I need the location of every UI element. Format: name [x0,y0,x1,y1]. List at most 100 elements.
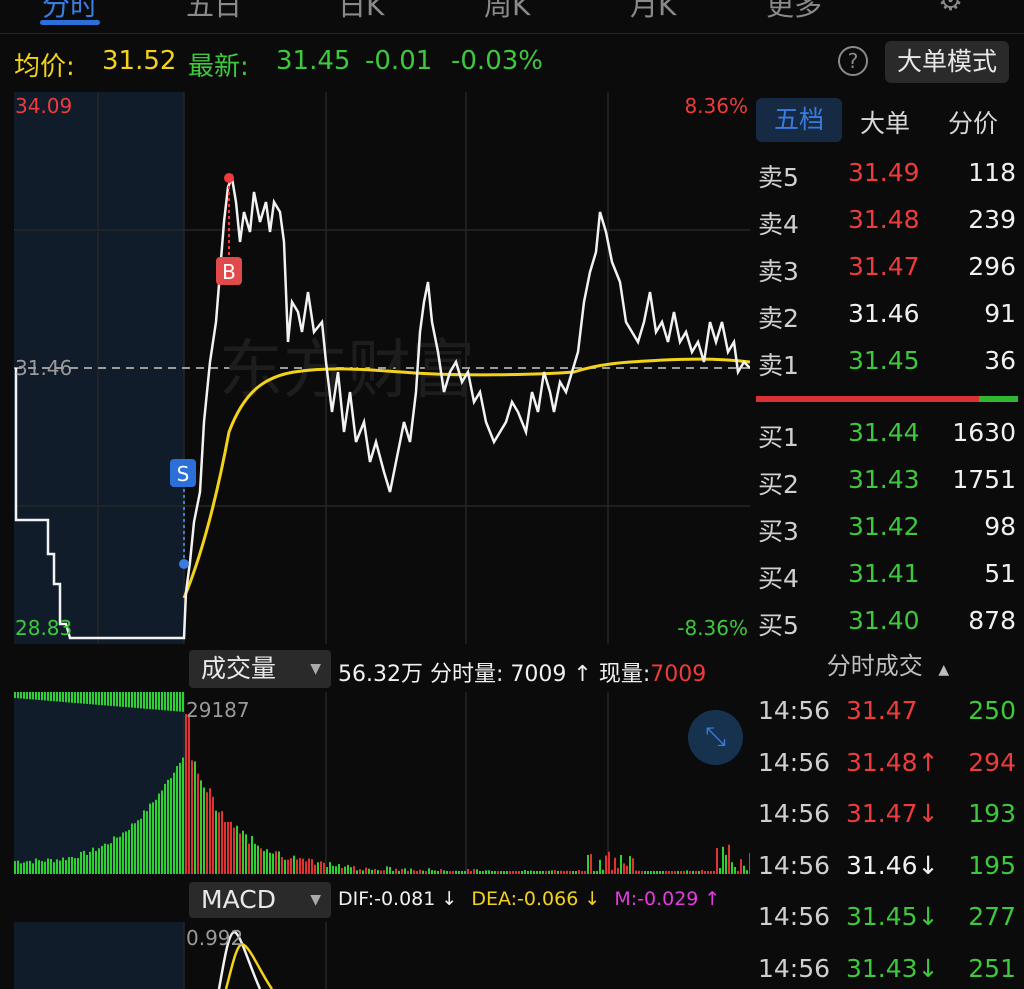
volume-bar [146,811,148,874]
volume-bar [374,868,376,874]
volume-bar-top [170,692,172,711]
volume-bar [98,848,100,874]
tab-monthly-k[interactable]: 月K [630,0,676,24]
volume-bar [194,761,196,874]
intraday-price-chart[interactable]: 东方财富 S B 34.09 28.83 31.46 8.36% -8.36% [14,92,750,644]
volume-bar [701,869,703,874]
bids-level-row[interactable]: 买3 31.42 98 [752,512,1024,552]
volume-bar [737,871,739,874]
big-order-mode-button[interactable]: 大单模式 [885,41,1009,83]
level-price: 31.43 [848,465,920,494]
level-volume: 878 [968,606,1016,635]
macd-dif-arrow: ↓ [441,888,458,910]
trade-ticks-list[interactable]: 14:56 31.47 250 14:56 31.48↑ 294 14:56 31.47↓ 19… [752,690,1024,989]
volume-bar [575,871,577,874]
tab-big-orders[interactable]: 大单 [860,104,910,140]
tab-price-distribution[interactable]: 分价 [948,104,998,140]
volume-bar [740,859,742,874]
minute-volume-label: 分时量: [429,662,504,687]
volume-bar [182,757,184,874]
volume-bar [539,871,541,874]
bids-level-row[interactable]: 买4 31.41 51 [752,559,1024,599]
volume-bar [281,857,283,874]
volume-bar [608,851,610,874]
volume-bar [722,846,724,874]
volume-bar [56,859,58,874]
tab-more[interactable]: 更多 [766,0,822,24]
bids-level-row[interactable]: 买1 31.44 1630 [752,418,1024,458]
volume-bar-top [71,692,73,703]
volume-bar [302,858,304,874]
volume-bar [38,860,40,874]
asks-level-row[interactable]: 卖4 31.48 239 [752,205,1024,245]
volume-bar [614,857,616,874]
macd-chart[interactable]: 0.992 [14,922,750,989]
indicator-selector-volume[interactable]: 成交量 ▼ [189,650,331,688]
asks-level-row[interactable]: 卖1 31.45 36 [752,346,1024,386]
volume-bar [131,823,133,874]
volume-bar [80,851,82,874]
asks-level-row[interactable]: 卖5 31.49 118 [752,158,1024,198]
bids-level-row[interactable]: 买5 31.40 878 [752,606,1024,646]
buy-marker-dot [224,173,234,183]
volume-bar [476,869,478,874]
price-change: -0.01 [365,46,433,76]
tab-five-day[interactable]: 五日 [186,0,242,24]
volume-bar [53,862,55,874]
volume-bar [23,862,25,874]
volume-bar [431,870,433,874]
level-label: 买2 [758,470,799,499]
volume-bar [212,796,214,874]
level-label: 卖1 [758,351,799,380]
expand-arrows-icon[interactable]: ⤡ [688,710,743,765]
volume-bar [137,820,139,874]
macd-m: M:-0.029 [614,888,699,910]
settings-icon[interactable]: ⚙ [938,0,963,17]
volume-bar [65,860,67,874]
volume-bar [644,871,646,874]
tab-five-levels[interactable]: 五档 [756,98,842,142]
volume-chart[interactable]: 29187 [14,692,750,874]
volume-bar [728,844,730,874]
volume-bar [356,870,358,874]
volume-bar [566,870,568,874]
volume-bar [143,810,145,874]
tick-volume: 277 [968,902,1016,931]
volume-bar [584,870,586,874]
tick-time: 14:56 [758,696,831,725]
volume-bar [26,861,28,874]
indicator-selector-macd[interactable]: MACD ▼ [189,882,331,918]
volume-bar [47,858,49,874]
volume-bar [206,792,208,874]
tick-volume: 251 [968,953,1016,983]
volume-bar [692,870,694,874]
volume-bar [521,871,523,874]
volume-bar [455,870,457,874]
price-summary-row: 均价: 31.52 最新: 31.45 -0.01 -0.03% ? 大单模式 [0,40,1024,88]
volume-bar [164,783,166,874]
period-tab-bar: 分时 五日 日K 周K 月K 更多 ⚙ [0,0,1024,34]
volume-bar [368,868,370,874]
volume-bar [389,866,391,874]
volume-bar [719,868,721,874]
trade-ticks-header[interactable]: 分时成交 ▲ [752,648,1024,688]
bids-level-row[interactable]: 买2 31.43 1751 [752,465,1024,505]
volume-bar-top [53,692,55,702]
volume-bar [62,857,64,874]
volume-bar-top [107,692,109,706]
asks-level-row[interactable]: 卖2 31.46 91 [752,299,1024,339]
tab-daily-k[interactable]: 日K [338,0,384,24]
volume-bar [260,848,262,874]
tick-time: 14:56 [758,902,831,931]
volume-bar [377,870,379,874]
level-volume: 91 [984,299,1016,328]
volume-bar [560,870,562,874]
question-icon[interactable]: ? [838,46,868,76]
asks-level-row[interactable]: 卖3 31.47 296 [752,252,1024,292]
volume-bar [101,845,103,874]
volume-bar [350,867,352,874]
volume-bar-top [122,692,124,707]
volume-bar [554,870,556,874]
volume-bar [383,870,385,874]
tab-weekly-k[interactable]: 周K [484,0,530,24]
